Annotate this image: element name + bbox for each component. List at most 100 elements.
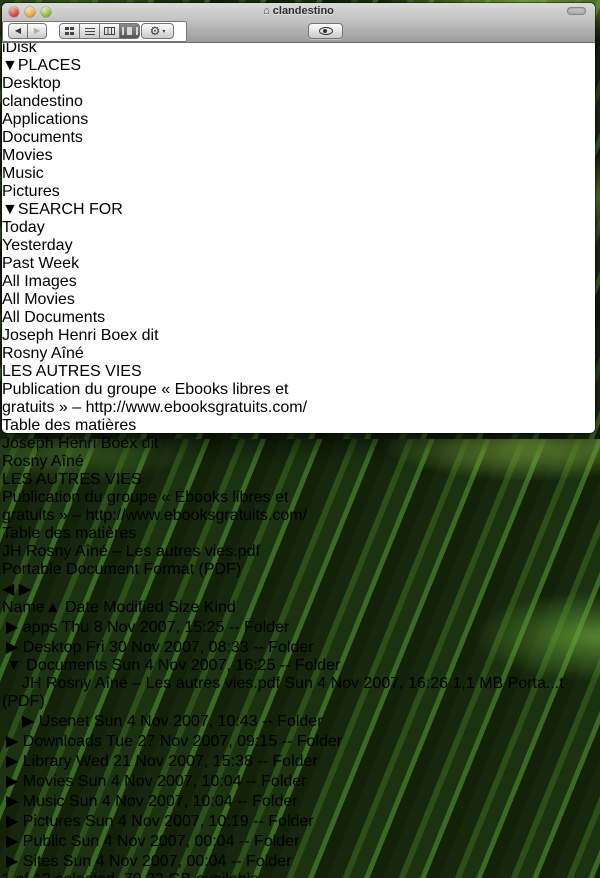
sidebar-item-applications[interactable]: Applications: [2, 111, 595, 129]
disclosure-triangle-icon[interactable]: ▶: [6, 833, 18, 850]
disclosure-triangle-icon[interactable]: ▼: [6, 657, 22, 674]
sidebar-item-desktop[interactable]: Desktop: [2, 75, 595, 93]
file-name: Library: [23, 753, 72, 770]
file-row-jh-rosny-a-n-les-autres-vies-pdf[interactable]: JH Rosny Aîné – Les autres vies.pdf Sun …: [2, 675, 595, 711]
file-kind: Folder: [246, 853, 291, 870]
action-menu-button[interactable]: ⚙▾: [141, 23, 174, 39]
status-bar: 1 of 12 selected, 79,22 GB available: [2, 871, 595, 878]
scroll-right-button[interactable]: ▶: [19, 581, 31, 598]
disclosure-triangle-icon[interactable]: ▶: [6, 813, 18, 830]
disclosure-triangle-icon[interactable]: ▶: [6, 733, 18, 750]
file-size: --: [237, 793, 248, 810]
sidebar-item-pictures[interactable]: Pictures: [2, 183, 595, 201]
file-row-pictures[interactable]: ▶ Pictures Sun 4 Nov 2007, 10:19 -- Fold…: [2, 811, 595, 831]
view-switcher: [59, 23, 140, 39]
pdf-author: Rosny Aîné: [2, 453, 595, 471]
pdf-preview-page[interactable]: Joseph Henri Boex dit Rosny Aîné LES AUT…: [2, 327, 595, 435]
pdf-preview-page: Joseph Henri Boex dit Rosny Aîné LES AUT…: [2, 435, 595, 543]
section-disclosure-icon[interactable]: ▼: [2, 201, 18, 218]
section-disclosure-icon[interactable]: ▼: [2, 57, 18, 74]
toolbar: ◀ ▶ ⚙▾: [2, 21, 595, 42]
sidebar-section: ▼PLACES Desktop clandestino Applications…: [2, 57, 595, 201]
icon-view-button[interactable]: [59, 23, 80, 39]
disclosure-triangle-icon[interactable]: ▶: [6, 853, 18, 870]
forward-button[interactable]: ▶: [27, 23, 47, 39]
coverflow-scroll-strip: ◀ ▶: [2, 579, 595, 599]
disclosure-triangle-icon[interactable]: ▶: [6, 773, 18, 790]
file-name: JH Rosny Aîné – Les autres vies.pdf: [22, 675, 280, 692]
file-row-documents[interactable]: ▼ Documents Sun 4 Nov 2007, 16:25 -- Fol…: [2, 657, 595, 675]
file-kind: Folder: [244, 619, 289, 636]
sidebar-item-today[interactable]: Today: [2, 219, 595, 237]
file-name: Downloads: [23, 733, 102, 750]
close-button[interactable]: [9, 7, 19, 17]
file-row-movies[interactable]: ▶ Movies Sun 4 Nov 2007, 10:04 -- Folder: [2, 771, 595, 791]
file-name: apps: [23, 619, 58, 636]
disclosure-triangle-icon[interactable]: ▶: [6, 753, 18, 770]
file-row-desktop[interactable]: ▶ Desktop Fri 30 Nov 2007, 08:33 -- Fold…: [2, 637, 595, 657]
coverflow-view-button[interactable]: [119, 23, 140, 39]
finder-window: ⌂clandestino ◀ ▶ ⚙▾: [2, 3, 595, 433]
zoom-button[interactable]: [41, 7, 51, 17]
sidebar-item-all-images[interactable]: All Images: [2, 273, 595, 291]
file-row-apps[interactable]: ▶ apps Thu 8 Nov 2007, 15:25 -- Folder: [2, 617, 595, 637]
sidebar-item-clandestino[interactable]: clandestino: [2, 93, 595, 111]
file-size: --: [231, 853, 242, 870]
column-header-name[interactable]: Name▲: [2, 599, 61, 616]
back-button[interactable]: ◀: [8, 23, 28, 39]
chevron-down-icon: ▾: [162, 28, 165, 35]
coverflow-selected-item: Joseph Henri Boex dit Rosny Aîné LES AUT…: [2, 327, 595, 435]
disclosure-triangle-icon[interactable]: ▶: [22, 713, 34, 730]
file-row-music[interactable]: ▶ Music Sun 4 Nov 2007, 10:04 -- Folder: [2, 791, 595, 811]
sidebar-item-yesterday[interactable]: Yesterday: [2, 237, 595, 255]
coverflow-view: Joseph Henri Boex dit Rosny Aîné LES AUT…: [2, 327, 595, 579]
file-size: --: [280, 657, 291, 674]
disclosure-triangle-icon[interactable]: ▶: [6, 639, 18, 656]
sidebar-item-all-movies[interactable]: All Movies: [2, 291, 595, 309]
column-header-date-modified[interactable]: Date Modified: [65, 599, 164, 616]
sort-ascending-icon: ▲: [45, 599, 61, 616]
file-date-modified: Sun 4 Nov 2007, 10:43: [94, 713, 258, 730]
file-row-public[interactable]: ▶ Public Sun 4 Nov 2007, 00:04 -- Folder: [2, 831, 595, 851]
coverflow-view-icon: [122, 27, 138, 35]
get-info-button[interactable]: [349, 22, 367, 40]
file-row-library[interactable]: ▶ Library Wed 21 Nov 2007, 15:38 -- Fold…: [2, 751, 595, 771]
sidebar-item-past-week[interactable]: Past Week: [2, 255, 595, 273]
minimize-button[interactable]: [25, 7, 35, 17]
list-view-button[interactable]: [79, 23, 100, 39]
file-row-usenet[interactable]: ▶ Usenet Sun 4 Nov 2007, 10:43 -- Folder: [2, 711, 595, 731]
quick-look-button[interactable]: [308, 23, 343, 39]
gear-icon: ⚙: [150, 25, 161, 37]
file-name: Usenet: [39, 713, 90, 730]
disclosure-triangle-icon[interactable]: ▶: [6, 619, 18, 636]
column-view-button[interactable]: [99, 23, 120, 39]
file-kind: Folder: [261, 773, 306, 790]
file-name: Desktop: [23, 639, 82, 656]
file-date-modified: Sun 4 Nov 2007, 00:04: [63, 853, 227, 870]
status-text: 1 of 12 selected, 79,22 GB available: [2, 871, 259, 878]
sidebar-item-movies[interactable]: Movies: [2, 147, 595, 165]
scroll-left-button[interactable]: ◀: [2, 581, 14, 598]
forward-arrow-icon: ▶: [34, 27, 40, 35]
file-name: Sites: [23, 853, 59, 870]
file-row-downloads[interactable]: ▶ Downloads Tue 27 Nov 2007, 09:15 -- Fo…: [2, 731, 595, 751]
sidebar-item-all-documents[interactable]: All Documents: [2, 309, 595, 327]
file-name: Documents: [26, 657, 107, 674]
file-size: --: [262, 713, 273, 730]
file-date-modified: Sun 4 Nov 2007, 10:04: [78, 773, 242, 790]
window-title: ⌂clandestino: [62, 4, 535, 19]
disclosure-triangle-icon[interactable]: ▶: [6, 793, 18, 810]
icon-view-icon: [65, 27, 74, 35]
file-date-modified: Sun 4 Nov 2007, 10:19: [85, 813, 249, 830]
column-header-size[interactable]: Size: [168, 599, 199, 616]
column-view-icon: [104, 27, 115, 35]
toolbar-toggle-pill[interactable]: [567, 7, 586, 15]
file-row-sites[interactable]: ▶ Sites Sun 4 Nov 2007, 00:04 -- Folder: [2, 851, 595, 871]
file-size: --: [246, 773, 257, 790]
title-bar[interactable]: ⌂clandestino ◀ ▶ ⚙▾: [2, 3, 595, 43]
file-name: Music: [23, 793, 65, 810]
sidebar-item-music[interactable]: Music: [2, 165, 595, 183]
sidebar-item-documents[interactable]: Documents: [2, 129, 595, 147]
desktop-background: { "window": { "title": "clandestino" }, …: [0, 0, 600, 439]
column-header-kind[interactable]: Kind: [204, 599, 236, 616]
